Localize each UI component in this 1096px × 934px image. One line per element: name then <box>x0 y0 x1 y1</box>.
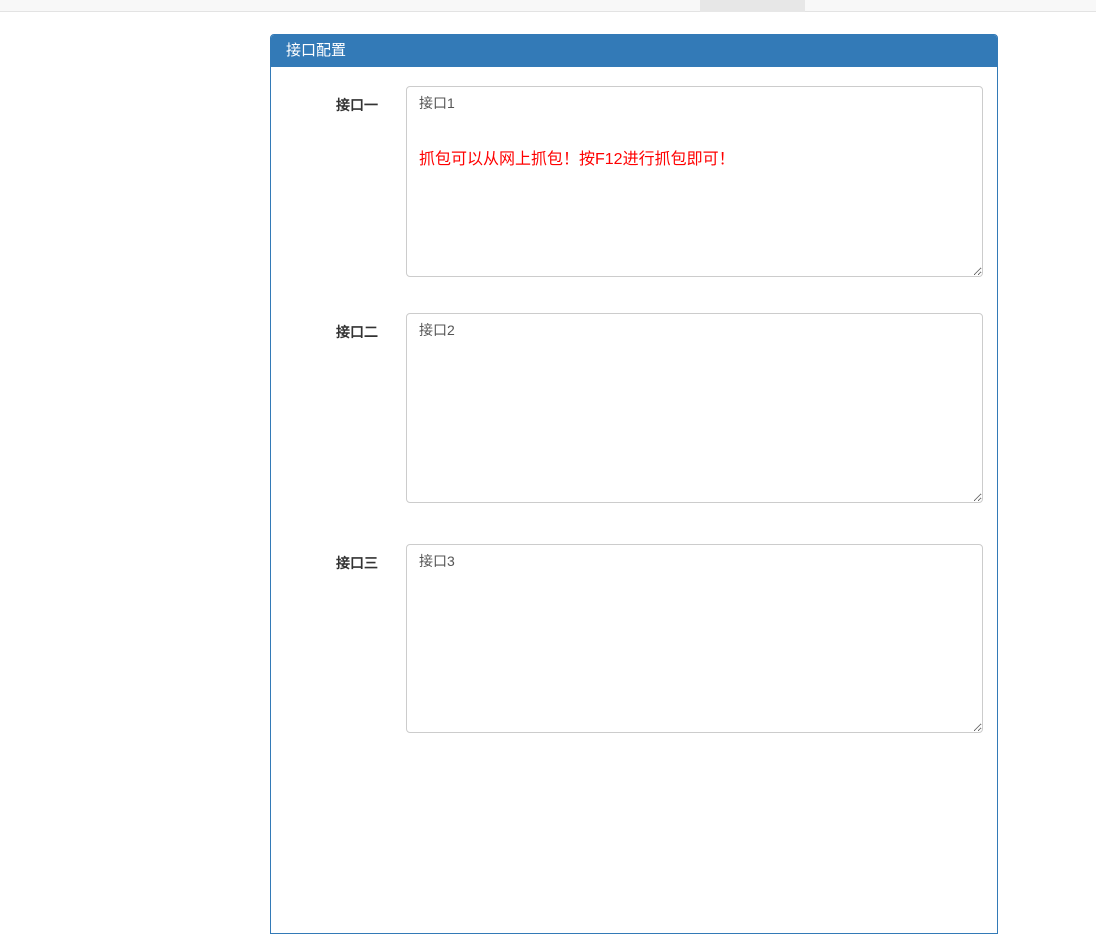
form-row-interface-3: 接口三 接口3 <box>286 544 982 733</box>
form-row-interface-1: 接口一 接口1 抓包可以从网上抓包！按F12进行抓包即可！ <box>286 86 982 277</box>
interface-3-field-wrap: 接口3 <box>406 544 983 733</box>
form-row-interface-2: 接口二 接口2 <box>286 313 982 503</box>
interface-2-label: 接口二 <box>286 313 406 342</box>
interface-config-panel: 接口配置 接口一 接口1 抓包可以从网上抓包！按F12进行抓包即可！ 接口二 接… <box>270 34 998 934</box>
interface-1-textarea[interactable]: 接口1 <box>406 86 983 277</box>
top-navbar <box>0 0 1096 12</box>
interface-3-textarea[interactable]: 接口3 <box>406 544 983 733</box>
interface-2-field-wrap: 接口2 <box>406 313 983 503</box>
interface-2-textarea[interactable]: 接口2 <box>406 313 983 503</box>
panel-body: 接口一 接口1 抓包可以从网上抓包！按F12进行抓包即可！ 接口二 接口2 接口… <box>271 67 997 748</box>
active-nav-tab[interactable] <box>700 0 805 12</box>
interface-1-field-wrap: 接口1 抓包可以从网上抓包！按F12进行抓包即可！ <box>406 86 983 277</box>
panel-header: 接口配置 <box>271 35 997 67</box>
interface-3-label: 接口三 <box>286 544 406 573</box>
panel-title: 接口配置 <box>286 42 346 59</box>
interface-1-label: 接口一 <box>286 86 406 115</box>
